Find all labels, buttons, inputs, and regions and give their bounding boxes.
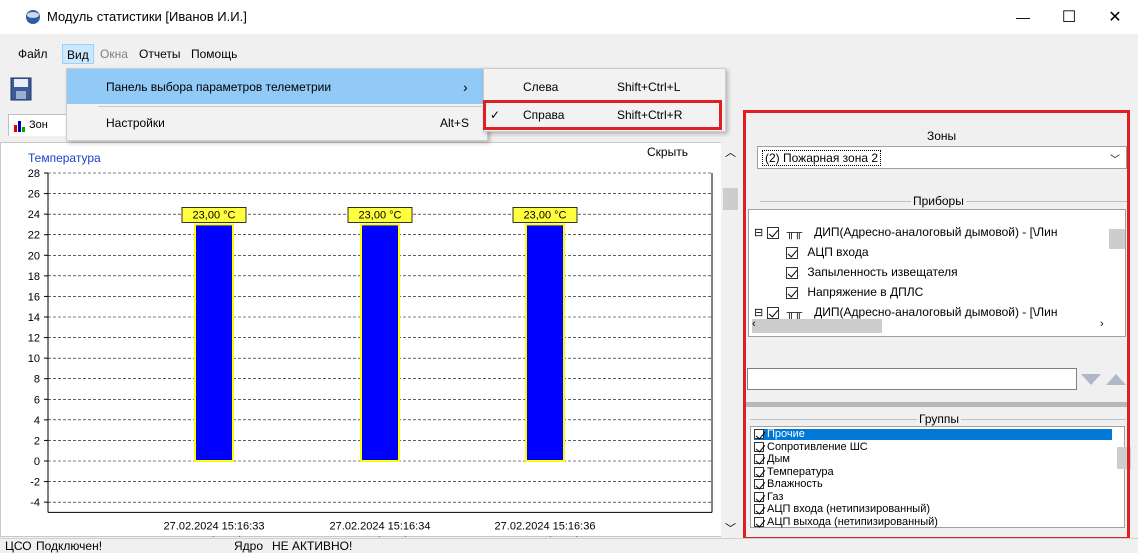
menu-item-settings[interactable]: Настройки — [106, 108, 165, 138]
status-cso: ЦСО — [5, 539, 32, 553]
close-icon: ✕ — [1108, 9, 1122, 26]
scroll-thumb[interactable] — [723, 188, 738, 210]
submenu-item-right[interactable] — [483, 100, 722, 130]
data-label: 23,00 °C — [359, 209, 402, 221]
status-bar: ЦСО Подключен! Ядро НЕ АКТИВНО! — [0, 538, 1138, 553]
bar — [525, 223, 565, 462]
y-tick-label: 20 — [28, 250, 40, 262]
bar-chart-icon — [14, 121, 25, 132]
y-tick-label: 2 — [34, 435, 40, 447]
status-core: Ядро — [234, 539, 264, 553]
maximize-button[interactable]: ☐ — [1046, 0, 1092, 34]
y-tick-label: 14 — [28, 312, 40, 324]
menu-item-telemetry-label: Панель выбора параметров телеметрии — [106, 80, 332, 94]
y-tick-label: -4 — [30, 497, 40, 509]
y-tick-label: 18 — [28, 271, 40, 283]
y-tick-label: -2 — [30, 477, 40, 489]
menu-item-settings-shortcut: Alt+S — [440, 116, 470, 130]
save-icon[interactable] — [10, 77, 32, 101]
chart-scrollbar[interactable]: ︿ ﹀ — [721, 142, 740, 537]
check-icon: ✓ — [490, 108, 501, 122]
data-label: 23,00 °C — [524, 209, 567, 221]
scroll-down-icon[interactable]: ﹀ — [725, 520, 736, 536]
chart-svg: 2826242220181614121086420-2-423,00 °C27.… — [28, 168, 713, 537]
submenu-item-right-shortcut: Shift+Ctrl+R — [617, 108, 683, 122]
x-tick-label-name: 8:ИП(Вход) — [351, 535, 408, 537]
scroll-up-icon[interactable]: ︿ — [725, 144, 736, 160]
status-core-state: НЕ АКТИВНО! — [272, 539, 353, 553]
menu-view[interactable]: Вид — [62, 44, 94, 64]
close-button[interactable]: ✕ — [1092, 0, 1138, 34]
y-tick-label: 6 — [34, 394, 40, 406]
y-tick-label: 10 — [28, 353, 40, 365]
app-icon — [26, 10, 40, 24]
minimize-icon: — — [1016, 9, 1030, 25]
x-tick-label-name: 7:ИП(Вход) — [185, 535, 242, 537]
minimize-button[interactable]: — — [1000, 0, 1046, 34]
y-tick-label: 28 — [28, 168, 40, 180]
x-tick-label-name: 10:ИПГ(Вход) — [510, 535, 579, 537]
y-tick-label: 8 — [34, 374, 40, 386]
x-tick-label-date: 27.02.2024 15:16:33 — [164, 520, 265, 532]
y-tick-label: 12 — [28, 333, 40, 345]
submenu-arrow-icon: › — [463, 79, 468, 95]
highlight-frame — [743, 110, 1130, 540]
y-tick-label: 4 — [34, 415, 40, 427]
y-tick-label: 24 — [28, 209, 40, 221]
submenu-item-right-label: Справа — [523, 108, 565, 122]
window-title: Модуль статистики [Иванов И.И.] — [47, 9, 247, 24]
status-connected: Подключен! — [36, 539, 103, 553]
submenu-item-left-shortcut: Shift+Ctrl+L — [617, 80, 681, 94]
y-tick-label: 22 — [28, 230, 40, 242]
submenu-item-left[interactable]: Слева — [523, 72, 558, 102]
menu-separator — [98, 106, 482, 107]
x-tick-label-date: 27.02.2024 15:16:34 — [330, 520, 431, 532]
bar — [194, 223, 234, 462]
maximize-icon: ☐ — [1061, 9, 1077, 26]
tab-zones[interactable]: Зон — [8, 114, 68, 136]
x-tick-label-date: 27.02.2024 15:16:36 — [495, 520, 596, 532]
menu-help[interactable]: Помощь — [187, 44, 241, 64]
tab-label: Зон — [29, 119, 48, 131]
menu-file[interactable]: Файл — [14, 44, 52, 64]
bar — [360, 223, 400, 462]
menu-reports[interactable]: Отчеты — [135, 44, 184, 64]
y-tick-label: 26 — [28, 189, 40, 201]
data-label: 23,00 °C — [193, 209, 236, 221]
y-tick-label: 0 — [34, 456, 40, 468]
menu-windows[interactable]: Окна — [96, 44, 132, 64]
y-tick-label: 16 — [28, 291, 40, 303]
